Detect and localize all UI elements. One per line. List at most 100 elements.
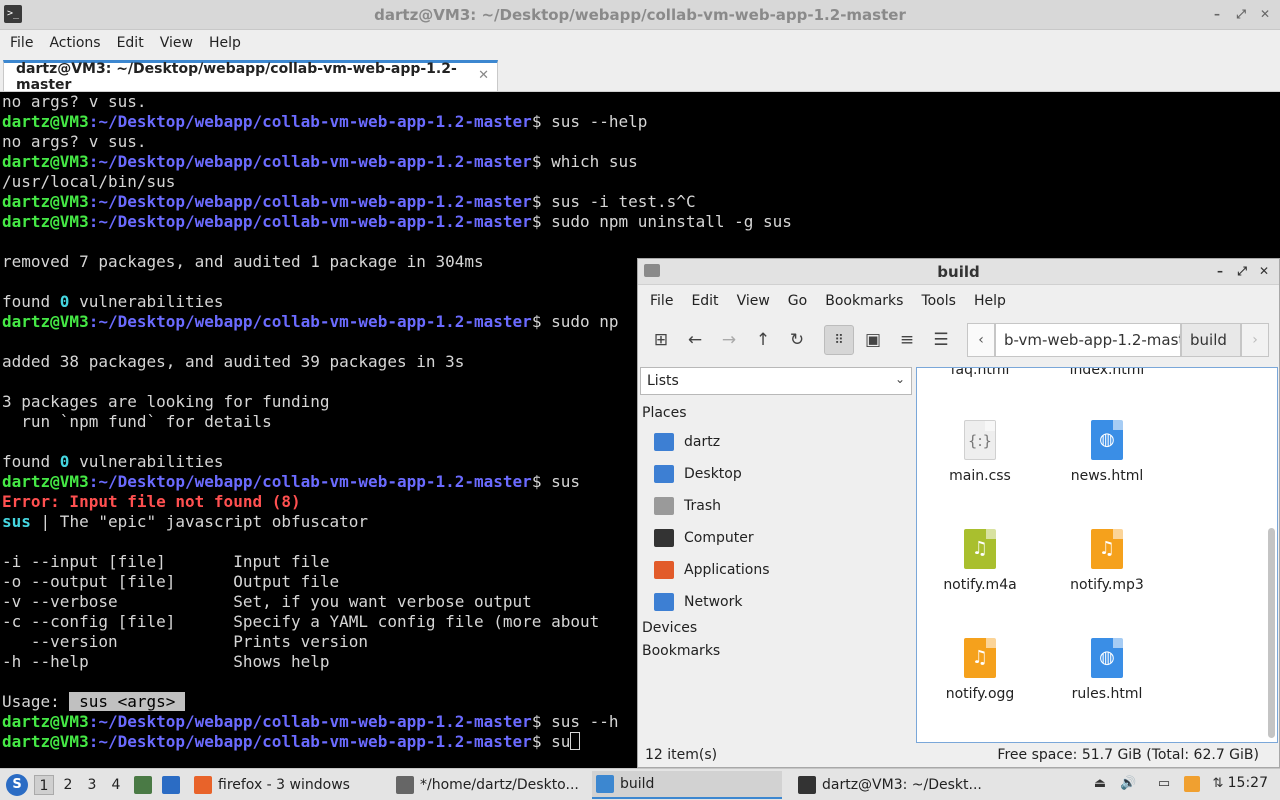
menu-view[interactable]: View xyxy=(152,35,201,51)
taskbar-task[interactable]: */home/dartz/Deskto... xyxy=(392,771,586,799)
sidebar-item-label: Trash xyxy=(684,498,721,514)
compact-view-icon[interactable]: ≡ xyxy=(892,325,922,355)
menu-edit[interactable]: Edit xyxy=(109,35,152,51)
maximize-icon[interactable]: ⤢ xyxy=(1234,7,1248,21)
close-icon[interactable]: ✕ xyxy=(1258,7,1272,21)
fm-menu-help[interactable]: Help xyxy=(965,293,1015,309)
output-text: | The "epic" javascript obfuscator xyxy=(30,512,369,531)
home-folder-icon xyxy=(654,433,674,451)
terminal-titlebar[interactable]: >_ dartz@VM3: ~/Desktop/webapp/collab-vm… xyxy=(0,0,1280,30)
fm-menu-bookmarks[interactable]: Bookmarks xyxy=(816,293,912,309)
menu-file[interactable]: File xyxy=(2,35,41,51)
start-menu-icon[interactable]: S xyxy=(6,774,28,796)
output-text: vulnerabilities xyxy=(69,452,224,471)
menu-help[interactable]: Help xyxy=(201,35,249,51)
tab-close-icon[interactable]: ✕ xyxy=(478,68,489,83)
scrollbar[interactable] xyxy=(1268,528,1275,738)
file-manager-launcher-icon[interactable] xyxy=(134,776,152,794)
path-scroll-right-icon[interactable]: › xyxy=(1241,323,1269,357)
free-space: Free space: 51.7 GiB (Total: 62.7 GiB) xyxy=(997,747,1259,763)
detailed-list-view-icon[interactable]: ☰ xyxy=(926,325,956,355)
file-item[interactable]: ♫ notify.mp3 xyxy=(1047,529,1167,593)
sidebar-item-computer[interactable]: Computer xyxy=(654,525,754,551)
file-item[interactable]: ♫ notify.ogg xyxy=(920,638,1040,702)
file-view[interactable]: faq.html index.html {:} main.css ◍ news.htm… xyxy=(916,367,1278,743)
path-crumb-current[interactable]: build xyxy=(1181,323,1241,357)
new-tab-icon[interactable]: ⊞ xyxy=(646,325,676,355)
ogg-file-icon: ♫ xyxy=(964,638,996,678)
side-pane-mode-select[interactable]: Lists ⌄ xyxy=(640,367,912,395)
terminal-line: no args? v sus. xyxy=(2,92,1280,112)
icon-view-icon[interactable]: ⠿ xyxy=(824,325,854,355)
workspace-4[interactable]: 4 xyxy=(106,775,126,795)
sidebar-item-label: Network xyxy=(684,594,743,610)
terminal-line: no args? v sus. xyxy=(2,132,1280,152)
up-arrow-icon[interactable]: ↑ xyxy=(748,325,778,355)
menu-actions[interactable]: Actions xyxy=(41,35,108,51)
desktop-launcher-icon[interactable] xyxy=(162,776,180,794)
terminal-tab-label: dartz@VM3: ~/Desktop/webapp/collab-vm-we… xyxy=(16,61,457,93)
workspace-1[interactable]: 1 xyxy=(34,775,54,795)
display-icon[interactable]: ▭ xyxy=(1156,776,1172,792)
side-pane: Lists ⌄ Places dartz Desktop Trash Computer… xyxy=(638,363,914,743)
prompt-user: dartz@VM3 xyxy=(2,732,89,751)
file-item[interactable]: ◍ news.html xyxy=(1047,420,1167,484)
terminal-icon xyxy=(798,776,816,794)
workspace-3[interactable]: 3 xyxy=(82,775,102,795)
output-text: -v --verbose Set, if you want verbose ou… xyxy=(2,592,532,611)
sidebar-item-applications[interactable]: Applications xyxy=(654,557,770,583)
file-name: notify.m4a xyxy=(943,577,1017,593)
file-manager-titlebar[interactable]: build – ⤢ ✕ xyxy=(638,259,1279,285)
sidebar-item-label: dartz xyxy=(684,434,721,450)
workspace-2[interactable]: 2 xyxy=(58,775,78,795)
file-item[interactable]: {:} main.css xyxy=(920,420,1040,484)
path-scroll-left-icon[interactable]: ‹ xyxy=(967,323,995,357)
prompt-user: dartz@VM3 xyxy=(2,312,89,331)
eject-icon[interactable]: ⏏ xyxy=(1092,776,1108,792)
sidebar-item-trash[interactable]: Trash xyxy=(654,493,721,519)
network-tray-icon[interactable]: ⇅ xyxy=(1210,776,1226,792)
terminal-tab[interactable]: dartz@VM3: ~/Desktop/webapp/collab-vm-we… xyxy=(3,60,498,93)
fm-menu-edit[interactable]: Edit xyxy=(682,293,727,309)
text-editor-icon xyxy=(396,776,414,794)
clock[interactable]: 15:27 xyxy=(1228,775,1268,791)
taskbar-task[interactable]: firefox - 3 windows xyxy=(190,771,380,799)
bookmarks-header[interactable]: Bookmarks xyxy=(642,643,720,659)
devices-header[interactable]: Devices xyxy=(642,620,697,636)
program-name: sus xyxy=(2,512,31,531)
places-header[interactable]: Places xyxy=(642,405,687,421)
sidebar-item-desktop[interactable]: Desktop xyxy=(654,461,742,487)
applications-icon xyxy=(654,561,674,579)
terminal-line: dartz@VM3:~/Desktop/webapp/collab-vm-web… xyxy=(2,112,1280,132)
html-file-icon: ◍ xyxy=(1091,420,1123,460)
sidebar-item-dartz[interactable]: dartz xyxy=(654,429,720,455)
path-crumb-parent[interactable]: b-vm-web-app-1.2-master xyxy=(995,323,1181,357)
forward-arrow-icon[interactable]: → xyxy=(714,325,744,355)
taskbar-task[interactable]: build xyxy=(592,771,782,799)
sidebar-item-network[interactable]: Network xyxy=(654,589,742,615)
file-item[interactable]: ◍ rules.html xyxy=(1047,638,1167,702)
file-item[interactable]: ♫ notify.m4a xyxy=(920,529,1040,593)
fm-menu-view[interactable]: View xyxy=(728,293,779,309)
output-text: added 38 packages, and audited 39 packag… xyxy=(2,352,465,371)
close-icon[interactable]: ✕ xyxy=(1257,264,1271,278)
clipboard-icon[interactable] xyxy=(1184,776,1200,792)
file-name: notify.ogg xyxy=(945,686,1015,702)
back-arrow-icon[interactable]: ← xyxy=(680,325,710,355)
reload-icon[interactable]: ↻ xyxy=(782,325,812,355)
fm-menu-file[interactable]: File xyxy=(641,293,682,309)
volume-icon[interactable]: 🔊 xyxy=(1120,776,1136,792)
minimize-icon[interactable]: – xyxy=(1213,264,1227,278)
taskbar-task[interactable]: dartz@VM3: ~/Deskt... xyxy=(794,771,994,799)
terminal-line: dartz@VM3:~/Desktop/webapp/collab-vm-web… xyxy=(2,212,1280,232)
minimize-icon[interactable]: – xyxy=(1210,7,1224,21)
fm-menu-tools[interactable]: Tools xyxy=(912,293,965,309)
maximize-icon[interactable]: ⤢ xyxy=(1235,264,1249,278)
file-item-partial[interactable]: index.html xyxy=(1047,368,1167,378)
prompt-sign: $ xyxy=(531,472,552,491)
file-item-partial[interactable]: faq.html xyxy=(920,368,1040,378)
sidebar-item-label: Applications xyxy=(684,562,770,578)
thumbnail-view-icon[interactable]: ▣ xyxy=(858,325,888,355)
output-text: run `npm fund` for details xyxy=(2,412,272,431)
fm-menu-go[interactable]: Go xyxy=(779,293,816,309)
